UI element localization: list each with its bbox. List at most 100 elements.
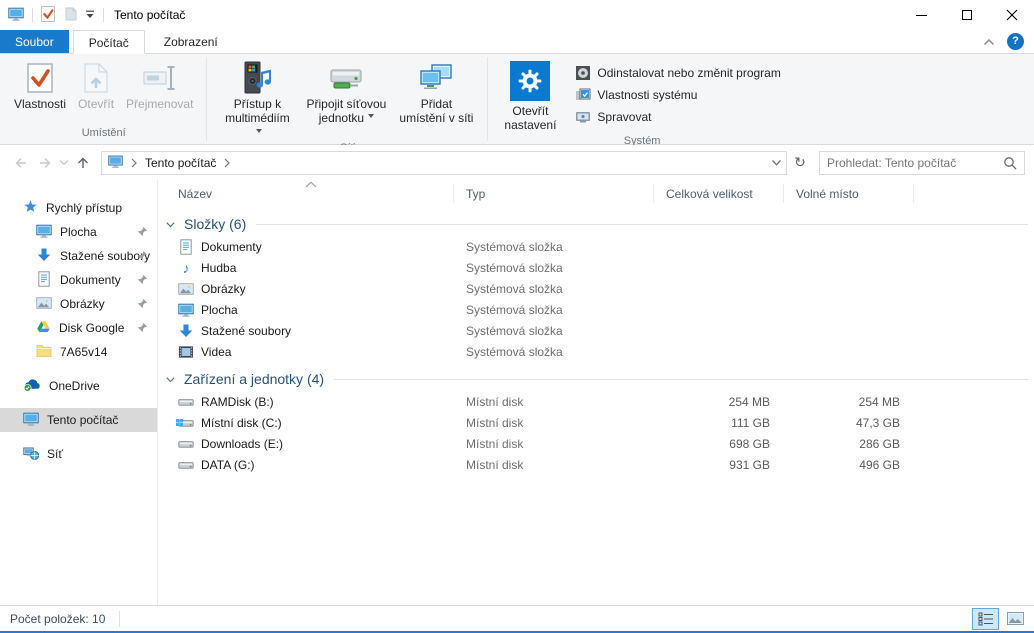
drive-row-ramdisk-b[interactable]: RAMDisk (B:) Místní disk 254 MB 254 MB bbox=[158, 391, 1034, 412]
item-type: Systémová složka bbox=[454, 345, 654, 359]
search-icon[interactable] bbox=[1003, 156, 1017, 170]
ribbon-group-network: Přístup k multimédiím Připojit síťovou j… bbox=[208, 54, 486, 144]
sidebar-item-pictures[interactable]: Obrázky bbox=[0, 292, 157, 316]
drive-row-local-disk-c[interactable]: Místní disk (C:) Místní disk 111 GB 47,3… bbox=[158, 412, 1034, 433]
thumbnails-view-button[interactable] bbox=[1002, 608, 1029, 630]
up-button[interactable] bbox=[71, 151, 95, 175]
new-folder-quick-icon[interactable] bbox=[63, 7, 77, 24]
maximize-button[interactable] bbox=[944, 0, 989, 30]
group-header-line bbox=[334, 379, 1028, 380]
pin-icon bbox=[137, 322, 148, 336]
hdd-icon bbox=[178, 436, 194, 452]
details-view-button[interactable] bbox=[972, 608, 999, 630]
search-input[interactable] bbox=[827, 156, 1003, 170]
sidebar-item-downloads[interactable]: Stažené soubory bbox=[0, 244, 157, 268]
quick-access-toolbar bbox=[8, 6, 104, 25]
sidebar-item-label: Rychlý přístup bbox=[46, 201, 122, 215]
sidebar-item-desktop[interactable]: Plocha bbox=[0, 220, 157, 244]
status-bar: Počet položek: 10 bbox=[0, 605, 1034, 631]
add-network-location-button[interactable]: Přidat umístění v síti bbox=[392, 57, 480, 126]
sidebar-item-documents[interactable]: Dokumenty bbox=[0, 268, 157, 292]
properties-button[interactable]: Vlastnosti bbox=[8, 57, 72, 111]
item-total-size: 254 MB bbox=[654, 395, 784, 409]
forward-icon bbox=[37, 155, 53, 171]
item-type: Systémová složka bbox=[454, 303, 654, 317]
group-collapse-icon[interactable] bbox=[165, 374, 176, 385]
breadcrumb-location[interactable]: Tento počítač bbox=[145, 156, 216, 170]
help-icon[interactable]: ? bbox=[1007, 33, 1024, 50]
rename-button[interactable]: Přejmenovat bbox=[120, 57, 199, 111]
tab-file[interactable]: Soubor bbox=[0, 30, 69, 53]
recent-locations-dropdown[interactable] bbox=[57, 151, 71, 175]
sort-ascending-icon bbox=[304, 181, 318, 188]
media-access-button[interactable]: Přístup k multimédiím bbox=[214, 57, 300, 140]
toolbar-separator bbox=[103, 8, 104, 22]
explorer-window: Tento počítač Soubor Počítač Zobrazení ?… bbox=[0, 0, 1034, 633]
item-type: Systémová složka bbox=[454, 240, 654, 254]
address-history-chevron-icon[interactable] bbox=[771, 159, 782, 167]
file-row-downloads[interactable]: Stažené soubory Systémová složka bbox=[158, 320, 1034, 341]
uninstall-program-button[interactable]: Odinstalovat nebo změnit program bbox=[571, 63, 784, 83]
column-header-free-space[interactable]: Volné místo bbox=[784, 184, 914, 203]
system-drive-icon bbox=[178, 415, 194, 431]
sidebar-item-onedrive[interactable]: OneDrive bbox=[0, 374, 157, 398]
group-header-devices[interactable]: Zařízení a jednotky (4) bbox=[165, 371, 1028, 387]
open-button[interactable]: Otevřít bbox=[72, 57, 120, 111]
pin-icon bbox=[137, 226, 148, 240]
customize-toolbar-dropdown-icon[interactable] bbox=[85, 8, 95, 22]
file-row-videos[interactable]: Videa Systémová složka bbox=[158, 341, 1034, 362]
drive-row-data-g[interactable]: DATA (G:) Místní disk 931 GB 496 GB bbox=[158, 454, 1034, 475]
group-collapse-icon[interactable] bbox=[165, 219, 176, 230]
file-row-desktop[interactable]: Plocha Systémová složka bbox=[158, 299, 1034, 320]
item-total-size: 931 GB bbox=[654, 458, 784, 472]
breadcrumb: Tento počítač bbox=[108, 154, 231, 172]
map-network-drive-button[interactable]: Připojit síťovou jednotku bbox=[300, 57, 392, 126]
sidebar-item-quick-access[interactable]: Rychlý přístup bbox=[0, 196, 157, 220]
downloads-icon bbox=[178, 323, 194, 339]
group-header-folders[interactable]: Složky (6) bbox=[165, 216, 1028, 232]
open-settings-button[interactable]: Otevřít nastavení bbox=[495, 57, 565, 133]
search-box[interactable] bbox=[819, 151, 1025, 175]
minimize-button[interactable] bbox=[899, 0, 944, 30]
forward-button[interactable] bbox=[33, 151, 57, 175]
tabrow-right-controls: ? bbox=[983, 30, 1024, 53]
pictures-icon bbox=[36, 295, 52, 314]
system-properties-label: Vlastnosti systému bbox=[597, 88, 697, 102]
system-menu-computer-icon[interactable] bbox=[8, 6, 24, 25]
column-header-type[interactable]: Typ bbox=[454, 184, 654, 203]
close-button[interactable] bbox=[989, 0, 1034, 30]
breadcrumb-chevron-icon[interactable] bbox=[130, 157, 138, 169]
file-row-pictures[interactable]: Obrázky Systémová složka bbox=[158, 278, 1034, 299]
address-bar[interactable]: Tento počítač bbox=[101, 151, 787, 175]
drive-row-downloads-e[interactable]: Downloads (E:) Místní disk 698 GB 286 GB bbox=[158, 433, 1034, 454]
desktop-icon bbox=[178, 302, 194, 318]
item-name: Plocha bbox=[201, 303, 238, 317]
collapse-ribbon-icon[interactable] bbox=[983, 38, 995, 46]
file-row-music[interactable]: ♪ Hudba Systémová složka bbox=[158, 257, 1034, 278]
media-server-icon bbox=[241, 60, 273, 95]
file-row-documents[interactable]: Dokumenty Systémová složka bbox=[158, 236, 1034, 257]
sidebar-item-google-drive[interactable]: Disk Google bbox=[0, 316, 157, 340]
tab-computer[interactable]: Počítač bbox=[73, 30, 145, 54]
uninstall-program-icon bbox=[575, 65, 591, 81]
manage-button[interactable]: Spravovat bbox=[571, 107, 784, 127]
sidebar-item-network[interactable]: Síť bbox=[0, 442, 157, 466]
sidebar-item-label: 7A65v14 bbox=[60, 345, 107, 359]
column-header-total-size[interactable]: Celková velikost bbox=[654, 184, 784, 203]
sidebar-item-folder-7a65v14[interactable]: 7A65v14 bbox=[0, 340, 157, 364]
system-properties-button[interactable]: Vlastnosti systému bbox=[571, 85, 784, 105]
location-computer-icon bbox=[108, 154, 123, 172]
pin-icon bbox=[137, 298, 148, 312]
tab-view[interactable]: Zobrazení bbox=[149, 30, 233, 53]
column-headers: Název Typ Celková velikost Volné místo bbox=[158, 180, 1034, 207]
sidebar-item-this-pc[interactable]: Tento počítač bbox=[0, 408, 157, 432]
properties-quick-icon[interactable] bbox=[41, 6, 55, 25]
back-button[interactable] bbox=[9, 151, 33, 175]
group-header-line bbox=[256, 224, 1028, 225]
breadcrumb-chevron-icon[interactable] bbox=[223, 157, 231, 169]
refresh-button[interactable]: ↻ bbox=[787, 151, 813, 175]
map-network-drive-label: Připojit síťovou jednotku bbox=[306, 97, 386, 126]
manage-icon bbox=[575, 109, 591, 125]
address-toolbar: Tento počítač ↻ bbox=[0, 145, 1034, 180]
ribbon-separator bbox=[206, 57, 207, 141]
